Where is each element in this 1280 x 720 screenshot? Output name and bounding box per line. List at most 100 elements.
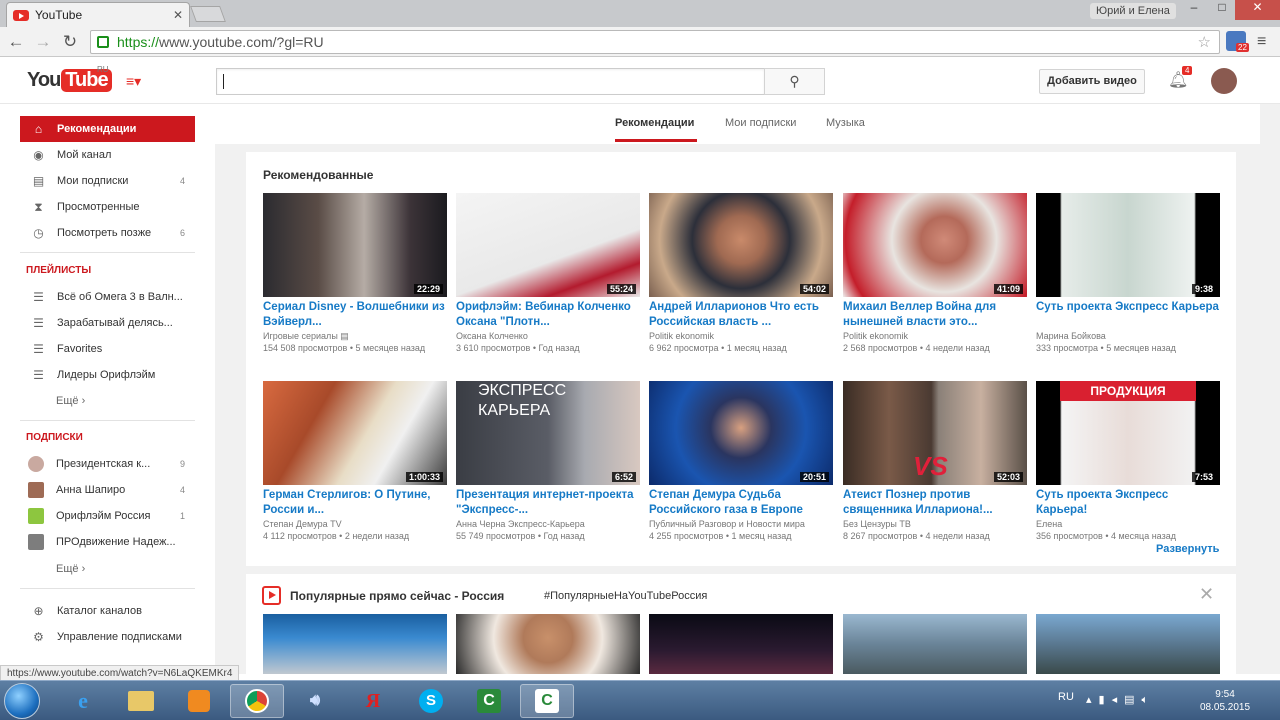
profile-chip[interactable]: Юрий и Елена [1090, 3, 1176, 19]
video-thumbnail[interactable] [263, 614, 447, 674]
sidebar-item-subscription[interactable]: Орифлэйм Россия 1 [20, 503, 195, 529]
tab-recommendations[interactable]: Рекомендации [615, 117, 694, 129]
expand-link[interactable]: Развернуть [1156, 543, 1219, 555]
video-channel[interactable]: Анна Черна Экспресс-Карьера [456, 518, 640, 530]
video-title[interactable]: Андрей Илларионов Что есть Российская вл… [649, 300, 833, 330]
shelf-title[interactable]: Рекомендованные [263, 168, 373, 182]
video-title[interactable]: Михаил Веллер Война для нынешней власти … [843, 300, 1027, 330]
tab-close-icon[interactable]: ✕ [173, 8, 183, 22]
sidebar-item-subscription[interactable]: Анна Шапиро 4 [20, 477, 195, 503]
video-thumbnail[interactable] [843, 614, 1027, 674]
browser-tab-youtube[interactable]: YouTube ✕ [6, 2, 190, 27]
tab-subscriptions[interactable]: Мои подписки [725, 117, 796, 129]
video-title[interactable]: Орифлэйм: Вебинар Колченко Оксана "Плотн… [456, 300, 640, 330]
video-thumbnail[interactable]: ПРОДУКЦИЯ 7:53 [1036, 381, 1220, 485]
sidebar-item-subscriptions[interactable]: ▤ Мои подписки 4 [20, 168, 195, 194]
sidebar-item-history[interactable]: ⧗ Просмотренные [20, 194, 195, 220]
sidebar-item-recommendations[interactable]: ⌂ Рекомендации [20, 116, 195, 142]
sidebar-item-subscription[interactable]: Президентская к... 9 [20, 451, 195, 477]
sidebar-item-channel-catalog[interactable]: ⊕ Каталог каналов [20, 598, 195, 624]
sidebar-item-watch-later[interactable]: ◷ Посмотреть позже 6 [20, 220, 195, 246]
tab-music[interactable]: Музыка [826, 117, 865, 129]
shelf-hashtag[interactable]: #ПопулярныеНаYouTubeРоссия [544, 590, 707, 602]
video-channel[interactable]: Марина Бойкова [1036, 330, 1220, 342]
youtube-logo[interactable]: You Tube RU [27, 65, 112, 92]
system-tray-icons[interactable]: ▴▮◂▤🔈︎ [1086, 693, 1155, 707]
maximize-icon[interactable]: □ [1208, 0, 1236, 20]
video-card[interactable]: 1:00:33 Герман Стерлигов: О Путине, Росс… [263, 381, 447, 542]
subscriptions-more-link[interactable]: Ещё › [56, 563, 85, 575]
sidebar-item-manage-subscriptions[interactable]: ⚙ Управление подписками [20, 624, 195, 650]
video-channel[interactable]: Без Цензуры ТВ [843, 518, 1027, 530]
search-button[interactable]: ⚲ [764, 68, 825, 95]
media-player-icon[interactable] [172, 684, 226, 718]
sidebar-item-playlist[interactable]: ☰ Favorites [20, 336, 195, 362]
start-button[interactable] [4, 683, 40, 719]
video-card[interactable]: 55:24 Орифлэйм: Вебинар Колченко Оксана … [456, 193, 640, 354]
video-card[interactable]: ПРОДУКЦИЯ 7:53 Суть проекта Экспресс Кар… [1036, 381, 1220, 542]
video-channel[interactable]: Елена [1036, 518, 1220, 530]
video-title[interactable]: Сериал Disney - Волшебники из Вэйверл... [263, 300, 447, 330]
playlists-more-link[interactable]: Ещё › [56, 395, 85, 407]
video-channel[interactable]: Публичный Разговор и Новости мира [649, 518, 833, 530]
address-bar[interactable]: https:// www.youtube.com/?gl=RU ☆ [90, 30, 1220, 54]
guide-menu-icon[interactable]: ≡▾ [126, 73, 141, 90]
sidebar-item-playlist[interactable]: ☰ Всё об Омега 3 в Валн... [20, 284, 195, 310]
sidebar-item-subscription[interactable]: ПРОдвижение Надеж... [20, 529, 195, 555]
video-title[interactable]: Суть проекта Экспресс Карьера! [1036, 488, 1220, 518]
camtasia-icon[interactable]: C [462, 684, 516, 718]
sidebar-item-playlist[interactable]: ☰ Зарабатывай делясь... [20, 310, 195, 336]
video-thumbnail[interactable]: 22:29 [263, 193, 447, 297]
explorer-icon[interactable] [114, 684, 168, 718]
sidebar-item-playlist[interactable]: ☰ Лидеры Орифлэйм [20, 362, 195, 388]
video-channel[interactable]: Оксана Колченко [456, 330, 640, 342]
video-thumbnail[interactable] [649, 614, 833, 674]
video-thumbnail[interactable]: 41:09 [843, 193, 1027, 297]
video-title[interactable]: Атеист Познер против священника Илларион… [843, 488, 1027, 518]
playlists-heading[interactable]: ПЛЕЙЛИСТЫ [26, 265, 91, 276]
audio-icon[interactable]: 🔊︎ [288, 684, 342, 718]
video-card[interactable]: 54:02 Андрей Илларионов Что есть Российс… [649, 193, 833, 354]
video-thumbnail[interactable]: 1:00:33 [263, 381, 447, 485]
yandex-icon[interactable]: Я [346, 684, 400, 718]
video-thumbnail[interactable]: 54:02 [649, 193, 833, 297]
video-card[interactable]: 41:09 Михаил Веллер Война для нынешней в… [843, 193, 1027, 354]
video-title[interactable]: Герман Стерлигов: О Путине, России и... [263, 488, 447, 518]
video-card[interactable]: 20:51 Степан Демура Судьба Российского г… [649, 381, 833, 542]
video-thumbnail[interactable]: 9:38 [1036, 193, 1220, 297]
close-icon[interactable]: ✕ [1199, 584, 1214, 605]
window-close-icon[interactable]: ✕ [1235, 0, 1280, 20]
subscriptions-heading[interactable]: ПОДПИСКИ [26, 432, 83, 443]
shelf-title[interactable]: Популярные прямо сейчас - Россия [290, 589, 504, 603]
video-channel[interactable]: Игровые сериалы ▤ [263, 330, 447, 342]
reload-icon[interactable]: ↻ [59, 31, 81, 53]
minimize-icon[interactable]: – [1180, 0, 1208, 20]
video-thumbnail[interactable]: VS 52:03 [843, 381, 1027, 485]
video-channel[interactable]: Степан Демура TV [263, 518, 447, 530]
sidebar-item-my-channel[interactable]: ◉ Мой канал [20, 142, 195, 168]
video-channel[interactable]: Politik ekonomik [843, 330, 1027, 342]
video-card[interactable]: VS 52:03 Атеист Познер против священника… [843, 381, 1027, 542]
new-tab-button[interactable] [190, 6, 226, 22]
video-thumbnail[interactable]: 20:51 [649, 381, 833, 485]
bookmark-star-icon[interactable]: ☆ [1198, 33, 1211, 51]
video-thumbnail[interactable] [1036, 614, 1220, 674]
clock[interactable]: 9:54 08.05.2015 [1200, 688, 1250, 714]
video-card[interactable]: 22:29 Сериал Disney - Волшебники из Вэйв… [263, 193, 447, 354]
video-channel[interactable]: Politik ekonomik [649, 330, 833, 342]
ie-icon[interactable]: e [56, 684, 110, 718]
forward-icon[interactable]: → [32, 31, 54, 53]
video-card[interactable]: 9:38 Суть проекта Экспресс Карьера Марин… [1036, 193, 1220, 354]
upload-button[interactable]: Добавить видео [1039, 69, 1145, 94]
video-card[interactable]: ЭКСПРЕСС КАРЬЕРА 6:52 Презентация интерн… [456, 381, 640, 542]
video-title[interactable]: Степан Демура Судьба Российского газа в … [649, 488, 833, 518]
browser-menu-icon[interactable]: ≡ [1257, 33, 1266, 51]
video-title[interactable]: Суть проекта Экспресс Карьера [1036, 300, 1220, 330]
video-thumbnail[interactable] [456, 614, 640, 674]
language-indicator[interactable]: RU [1058, 691, 1074, 703]
chrome-icon[interactable] [230, 684, 284, 718]
video-thumbnail[interactable]: 55:24 [456, 193, 640, 297]
video-title[interactable]: Презентация интернет-проекта "Экспресс-.… [456, 488, 640, 518]
search-input[interactable] [216, 68, 765, 95]
camtasia-recorder-icon[interactable]: C [520, 684, 574, 718]
